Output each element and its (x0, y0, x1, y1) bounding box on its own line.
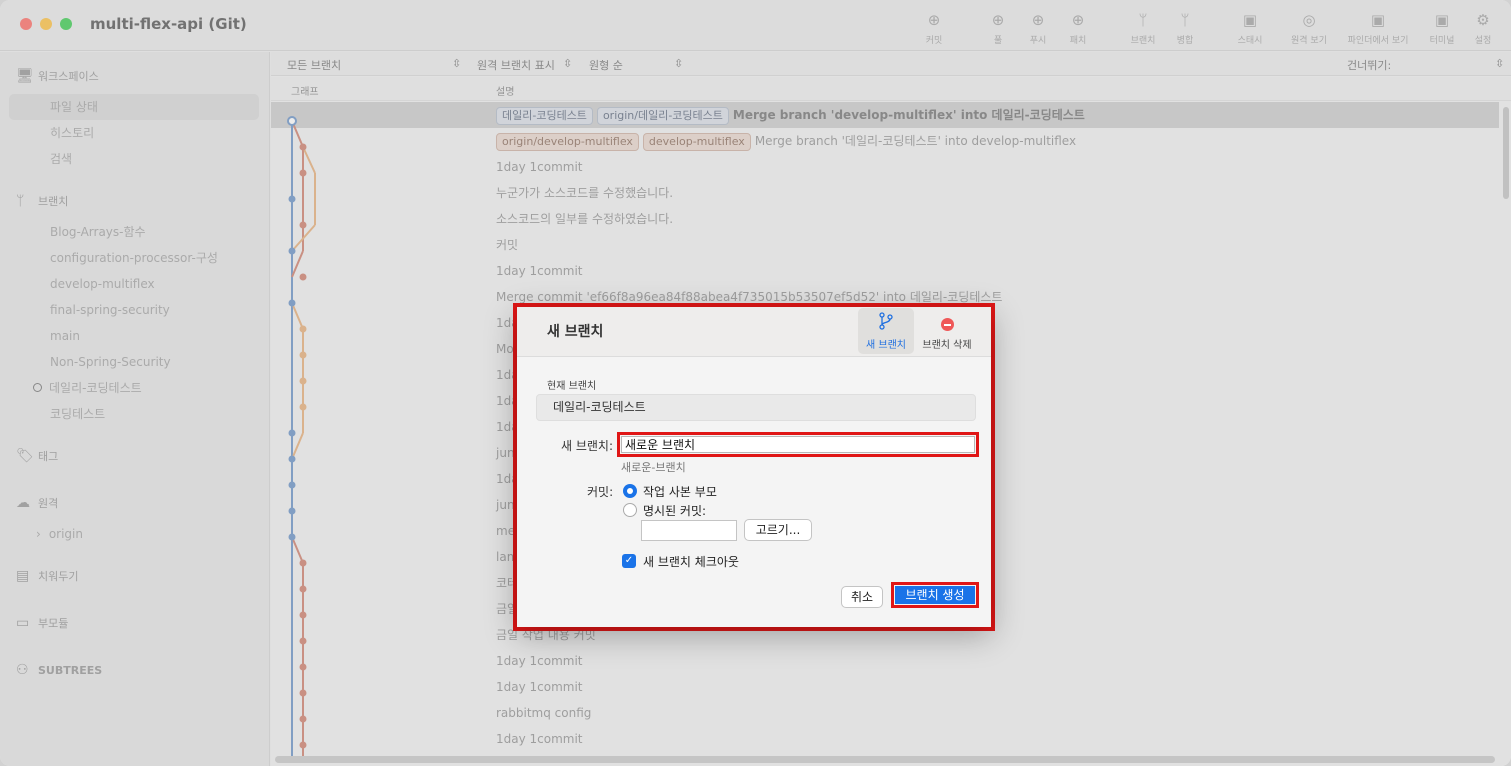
minus-circle-icon (940, 318, 954, 331)
new-branch-input[interactable] (621, 436, 975, 453)
working-copy-parent-label: 작업 사본 부모 (643, 485, 717, 499)
checkout-checkbox[interactable]: ✓ (622, 554, 636, 568)
tab-delete-branch[interactable]: 브랜치 삭제 (919, 308, 975, 354)
branch-icon (858, 312, 914, 336)
branch-name-preview: 새로운-브랜치 (621, 461, 686, 474)
choose-commit-button[interactable]: 고르기... (744, 519, 812, 541)
dialog-title: 새 브랜치 (547, 324, 604, 340)
dialog-header: 새 브랜치 새 브랜치 브랜치 삭제 (517, 307, 991, 357)
tab-new-branch[interactable]: 새 브랜치 (858, 308, 914, 354)
cancel-button[interactable]: 취소 (841, 586, 883, 608)
specified-commit-label: 명시된 커밋: (643, 504, 707, 518)
new-branch-label: 새 브랜치: (561, 439, 614, 453)
create-branch-button[interactable]: 브랜치 생성 (895, 586, 975, 604)
specified-commit-radio[interactable] (623, 503, 637, 517)
specified-commit-input[interactable] (641, 520, 737, 541)
commit-label: 커밋: (587, 485, 614, 499)
checkout-label: 새 브랜치 체크아웃 (643, 555, 739, 569)
app-window: multi-flex-api (Git) ⊕ 커밋 ⊕ 풀 ⊕ 푸시 ⊕ 패치 ᛘ 브랜치… (0, 0, 1511, 766)
new-branch-dialog: 새 브랜치 새 브랜치 브랜치 삭제 현재 브랜치 데일리-코딩테스트 새 브랜… (517, 307, 991, 627)
working-copy-parent-radio[interactable] (623, 484, 637, 498)
current-branch-label: 현재 브랜치 (547, 381, 597, 392)
current-branch-value: 데일리-코딩테스트 (536, 394, 976, 421)
